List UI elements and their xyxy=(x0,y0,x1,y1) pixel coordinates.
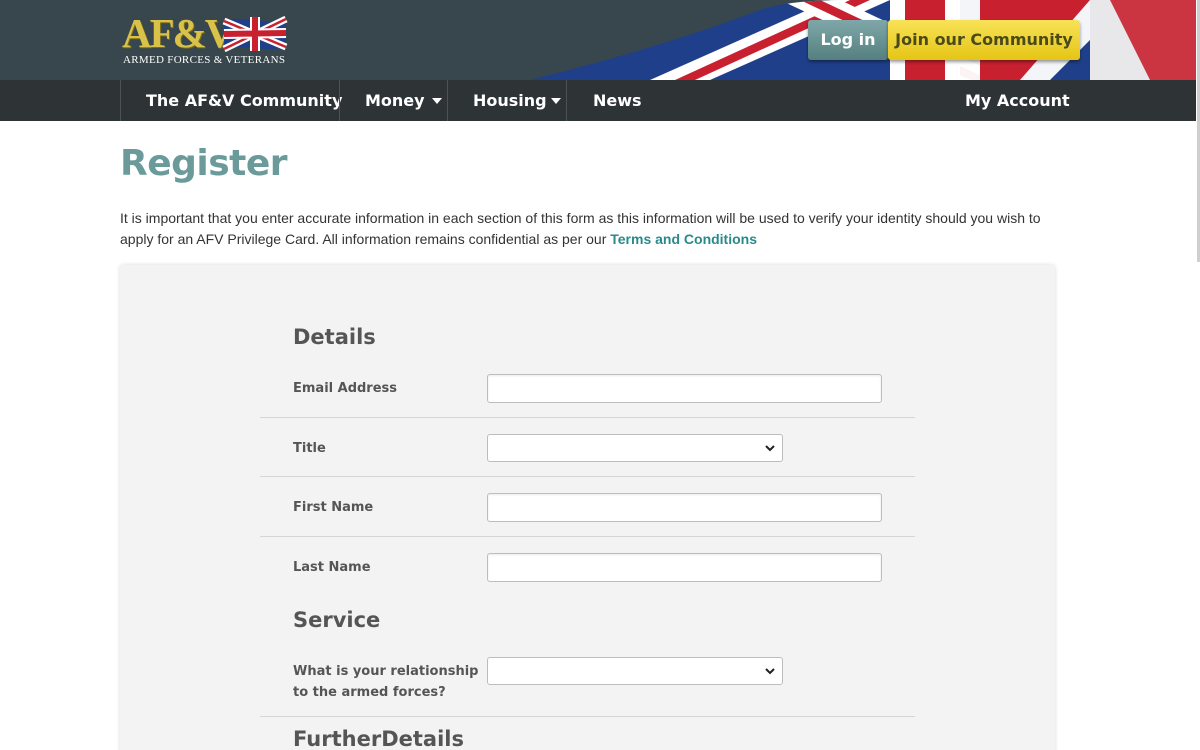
nav-item-community[interactable]: The AF&V Community xyxy=(146,80,342,121)
nav-item-news[interactable]: News xyxy=(593,80,642,121)
intro-paragraph: It is important that you enter accurate … xyxy=(120,208,1065,250)
title-select[interactable] xyxy=(487,434,783,462)
chevron-down-icon xyxy=(765,668,775,675)
logo-subtitle: ARMED FORCES & VETERANS xyxy=(123,54,286,66)
relationship-label-line1: What is your relationship xyxy=(293,664,479,679)
page-title: Register xyxy=(120,143,288,184)
chevron-down-icon xyxy=(765,445,775,452)
nav-divider xyxy=(120,80,121,121)
site-header: AF&V ARMED FORCES & VETERANS Log in Join… xyxy=(0,0,1200,80)
logo-wordmark: AF&V xyxy=(122,10,234,56)
email-label: Email Address xyxy=(293,381,398,396)
main-nav: The AF&V Community Money Housing News My… xyxy=(0,80,1200,121)
scrollbar-track[interactable] xyxy=(1196,0,1200,750)
money-dropdown-caret-icon[interactable] xyxy=(432,98,442,104)
terms-link[interactable]: Terms and Conditions xyxy=(610,231,757,247)
last-name-field[interactable] xyxy=(487,553,882,582)
relationship-label: What is your relationship to the armed f… xyxy=(293,661,479,703)
last-name-label: Last Name xyxy=(293,560,371,575)
email-field[interactable] xyxy=(487,374,882,403)
relationship-select[interactable] xyxy=(487,657,783,685)
title-label: Title xyxy=(293,441,326,456)
form-divider xyxy=(260,417,915,418)
nav-divider xyxy=(566,80,567,121)
nav-item-money[interactable]: Money xyxy=(365,80,425,121)
further-details-heading: FurtherDetails xyxy=(293,727,464,750)
nav-item-my-account[interactable]: My Account xyxy=(965,80,1070,121)
service-heading: Service xyxy=(293,608,381,632)
nav-item-housing[interactable]: Housing xyxy=(473,80,547,121)
form-divider xyxy=(260,716,915,717)
first-name-field[interactable] xyxy=(487,493,882,522)
details-heading: Details xyxy=(293,325,376,349)
relationship-label-line2: to the armed forces? xyxy=(293,685,446,700)
first-name-label: First Name xyxy=(293,500,374,515)
nav-divider xyxy=(339,80,340,121)
intro-text: It is important that you enter accurate … xyxy=(120,210,1041,247)
form-divider xyxy=(260,476,915,477)
site-logo[interactable]: AF&V ARMED FORCES & VETERANS xyxy=(122,10,294,68)
form-divider xyxy=(260,536,915,537)
login-button[interactable]: Log in xyxy=(808,20,888,60)
nav-divider xyxy=(447,80,448,121)
housing-dropdown-caret-icon[interactable] xyxy=(551,98,561,104)
logo-union-flag-icon xyxy=(222,15,288,53)
join-community-button[interactable]: Join our Community xyxy=(888,20,1080,60)
